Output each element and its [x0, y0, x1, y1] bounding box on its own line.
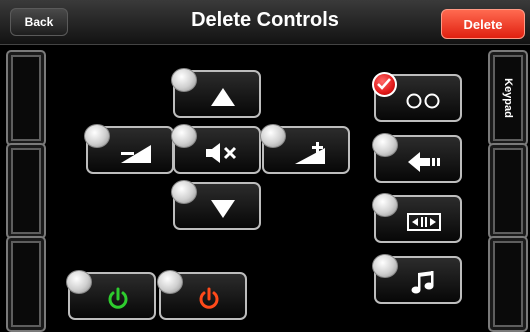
right-panel-middle[interactable]: [488, 143, 528, 239]
music-button[interactable]: [372, 254, 462, 304]
mute-button[interactable]: [171, 124, 261, 174]
channel-down-button[interactable]: [171, 180, 261, 230]
power-icon: [161, 274, 245, 318]
music-note-icon: [376, 258, 460, 302]
keypad-label: Keypad: [502, 78, 514, 118]
arrow-left-icon: [376, 137, 460, 181]
delete-button[interactable]: Delete: [441, 9, 525, 39]
top-bar: Back Delete Controls Delete: [0, 0, 530, 45]
left-panel-middle[interactable]: [6, 143, 46, 239]
volume-up-icon: [264, 128, 348, 172]
left-panel-bottom[interactable]: [6, 236, 46, 332]
back-input-button[interactable]: [372, 133, 462, 183]
keypad-tab[interactable]: Keypad: [488, 50, 528, 146]
left-panel-top[interactable]: [6, 50, 46, 146]
repeat-button[interactable]: [372, 72, 462, 122]
channel-up-button[interactable]: [171, 68, 261, 118]
aspect-icon: [376, 197, 460, 241]
volume-down-button[interactable]: [84, 124, 174, 174]
triangle-up-icon: [175, 72, 259, 116]
power-icon: [70, 274, 154, 318]
volume-up-button[interactable]: [260, 124, 350, 174]
volume-down-icon: [88, 128, 172, 172]
double-circle-icon: [376, 76, 460, 120]
power-off-button[interactable]: [157, 270, 247, 320]
triangle-down-icon: [175, 184, 259, 228]
right-panel-bottom[interactable]: [488, 236, 528, 332]
mute-icon: [175, 128, 259, 172]
power-on-button[interactable]: [66, 270, 156, 320]
aspect-button[interactable]: [372, 193, 462, 243]
